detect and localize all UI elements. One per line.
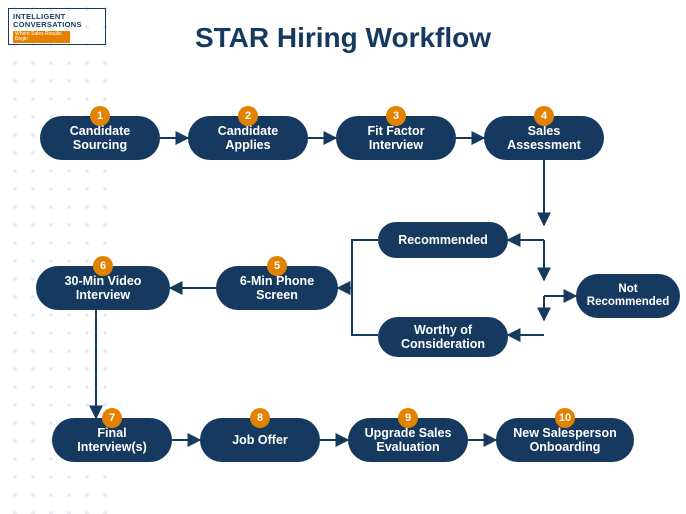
step-badge: 3 bbox=[386, 106, 406, 126]
node-sales-assessment: 4 Sales Assessment bbox=[484, 116, 604, 160]
step-badge: 8 bbox=[250, 408, 270, 428]
node-label: 30-Min Video Interview bbox=[46, 274, 160, 303]
node-label: Candidate Sourcing bbox=[50, 124, 150, 153]
step-badge: 4 bbox=[534, 106, 554, 126]
node-worthy-of-consideration: Worthy of Consideration bbox=[378, 317, 508, 357]
node-label: Sales Assessment bbox=[494, 124, 594, 153]
node-label: Not Recommended bbox=[586, 283, 670, 309]
step-badge: 2 bbox=[238, 106, 258, 126]
node-new-salesperson-onboarding: 10 New Salesperson Onboarding bbox=[496, 418, 634, 462]
node-label: Job Offer bbox=[232, 433, 288, 447]
step-badge: 7 bbox=[102, 408, 122, 428]
node-label: Final Interview(s) bbox=[62, 426, 162, 455]
node-label: 6-Min Phone Screen bbox=[226, 274, 328, 303]
node-candidate-applies: 2 Candidate Applies bbox=[188, 116, 308, 160]
step-badge: 6 bbox=[93, 256, 113, 276]
node-label: Worthy of Consideration bbox=[388, 323, 498, 352]
node-final-interviews: 7 Final Interview(s) bbox=[52, 418, 172, 462]
node-upgrade-sales-evaluation: 9 Upgrade Sales Evaluation bbox=[348, 418, 468, 462]
step-badge: 5 bbox=[267, 256, 287, 276]
node-not-recommended: Not Recommended bbox=[576, 274, 680, 318]
node-recommended: Recommended bbox=[378, 222, 508, 258]
node-fit-factor-interview: 3 Fit Factor Interview bbox=[336, 116, 456, 160]
node-phone-screen: 5 6-Min Phone Screen bbox=[216, 266, 338, 310]
node-label: Candidate Applies bbox=[198, 124, 298, 153]
node-label: Fit Factor Interview bbox=[346, 124, 446, 153]
step-badge: 1 bbox=[90, 106, 110, 126]
step-badge: 9 bbox=[398, 408, 418, 428]
step-badge: 10 bbox=[555, 408, 575, 428]
node-label: New Salesperson Onboarding bbox=[506, 426, 624, 455]
node-label: Upgrade Sales Evaluation bbox=[358, 426, 458, 455]
node-job-offer: 8 Job Offer bbox=[200, 418, 320, 462]
node-candidate-sourcing: 1 Candidate Sourcing bbox=[40, 116, 160, 160]
node-label: Recommended bbox=[398, 233, 488, 247]
node-video-interview: 6 30-Min Video Interview bbox=[36, 266, 170, 310]
